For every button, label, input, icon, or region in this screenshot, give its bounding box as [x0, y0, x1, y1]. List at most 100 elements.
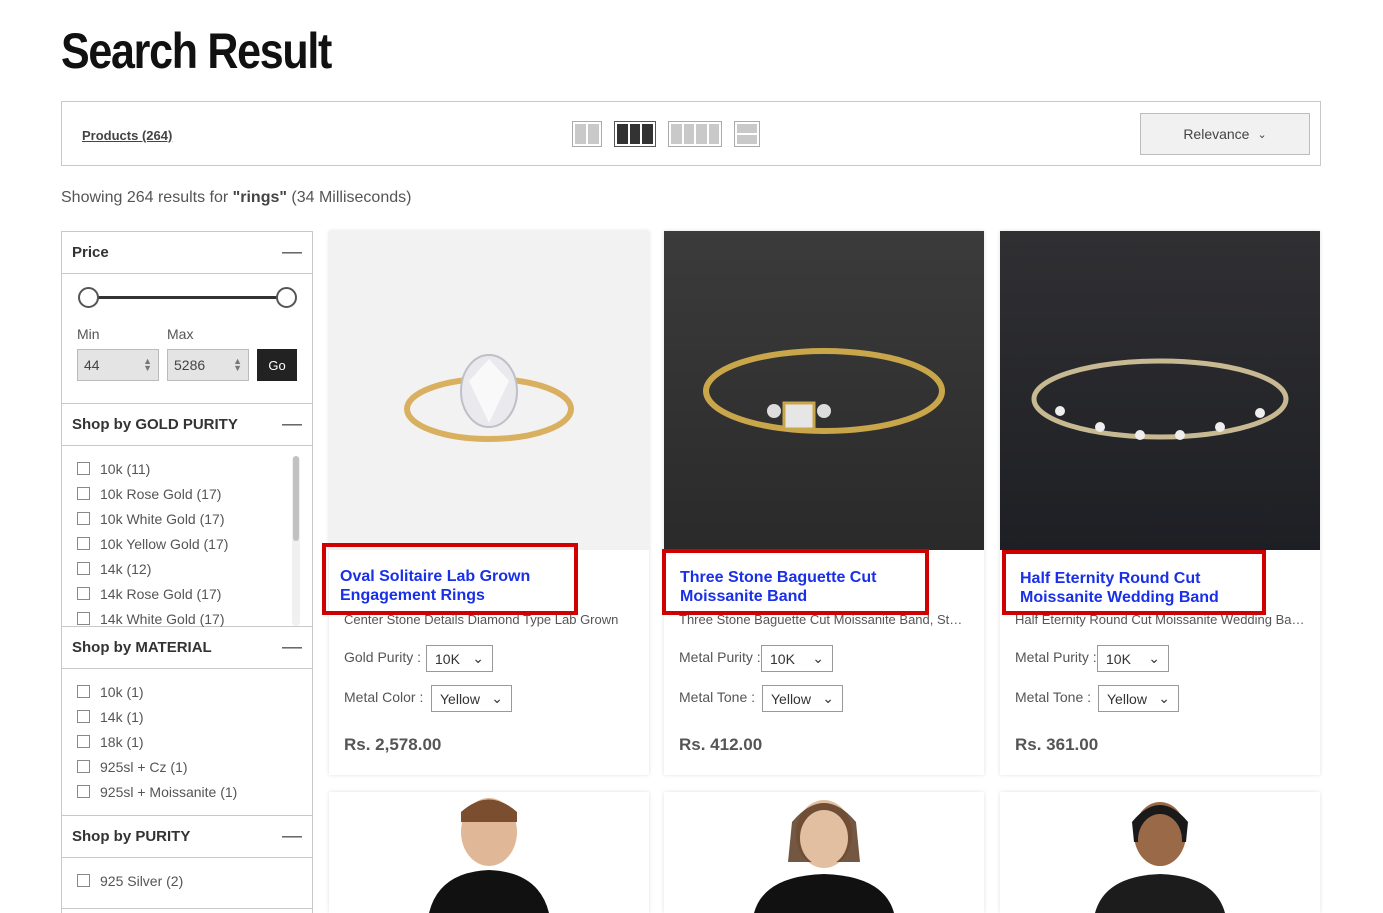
- price-slider-max-handle[interactable]: [276, 287, 297, 308]
- select-value: Yellow: [771, 690, 811, 707]
- minus-icon[interactable]: —: [282, 241, 302, 264]
- filter-option[interactable]: 18k (1): [77, 729, 312, 754]
- gold-purity-select[interactable]: 10K ⌄: [426, 645, 493, 672]
- gold-purity-facet-title: Shop by GOLD PURITY: [72, 416, 238, 433]
- product-card[interactable]: [1000, 792, 1320, 913]
- purity-list: 925 Silver (2): [62, 858, 312, 908]
- checkbox[interactable]: [77, 487, 90, 500]
- grid-3-icon[interactable]: [614, 121, 656, 147]
- filter-option[interactable]: 925 Silver (2): [77, 868, 312, 893]
- select-value: 10K: [770, 650, 795, 667]
- option-label: Metal Purity :: [1015, 649, 1097, 665]
- filter-option[interactable]: 14k Rose Gold (17): [77, 581, 312, 606]
- minus-icon[interactable]: —: [282, 413, 302, 436]
- filter-option-label: 925 Silver (2): [100, 872, 184, 889]
- scrollbar[interactable]: [292, 456, 300, 626]
- checkbox[interactable]: [77, 587, 90, 600]
- product-description: Center Stone Details Diamond Type Lab Gr…: [344, 612, 619, 627]
- stepper-icon[interactable]: ▲ ▼: [143, 357, 152, 373]
- product-card[interactable]: [329, 792, 649, 913]
- product-title-line[interactable]: Engagement Rings: [340, 586, 574, 605]
- filter-option[interactable]: 14k (1): [77, 704, 312, 729]
- min-price-input[interactable]: 44 ▲ ▼: [77, 349, 159, 381]
- price-facet-header[interactable]: Price —: [62, 232, 312, 274]
- filter-option[interactable]: 10k Rose Gold (17): [77, 481, 312, 506]
- filter-option-label: 14k Rose Gold (17): [100, 585, 222, 602]
- product-price: Rs. 412.00: [679, 735, 763, 754]
- metal-tone-select[interactable]: Yellow ⌄: [762, 685, 843, 712]
- results-suffix: (34 Milliseconds): [286, 189, 412, 206]
- price-slider-min-handle[interactable]: [78, 287, 99, 308]
- metal-purity-select[interactable]: 10K ⌄: [1097, 645, 1169, 672]
- list-view-icon[interactable]: [734, 121, 760, 147]
- checkbox[interactable]: [77, 562, 90, 575]
- grid-2-icon[interactable]: [572, 121, 602, 147]
- product-card[interactable]: Oval Solitaire Lab Grown Engagement Ring…: [322, 231, 649, 775]
- product-image[interactable]: [329, 792, 649, 913]
- sort-dropdown[interactable]: Relevance ⌄: [1140, 113, 1310, 155]
- filter-option[interactable]: 925sl + Moissanite (1): [77, 779, 312, 804]
- filter-option[interactable]: 10k White Gold (17): [77, 506, 312, 531]
- minus-icon[interactable]: —: [282, 825, 302, 848]
- scrollbar-thumb[interactable]: [293, 456, 299, 541]
- product-title-box: Oval Solitaire Lab Grown Engagement Ring…: [322, 543, 578, 615]
- metal-tone-select[interactable]: Yellow ⌄: [1098, 685, 1179, 712]
- checkbox[interactable]: [77, 710, 90, 723]
- select-value: Yellow: [440, 690, 480, 707]
- metal-color-select[interactable]: Yellow ⌄: [431, 685, 512, 712]
- purity-facet-header[interactable]: Shop by PURITY —: [62, 816, 312, 858]
- checkbox[interactable]: [77, 512, 90, 525]
- option-label: Gold Purity :: [344, 649, 422, 665]
- purity-facet: Shop by PURITY — 925 Silver (2): [62, 816, 312, 909]
- product-image[interactable]: [329, 231, 649, 550]
- checkbox[interactable]: [77, 760, 90, 773]
- products-count-link[interactable]: Products (264): [82, 128, 172, 143]
- stepper-icon[interactable]: ▲ ▼: [233, 357, 242, 373]
- page-title: Search Result: [61, 23, 332, 79]
- product-title-line[interactable]: Moissanite Band: [680, 587, 925, 606]
- product-description: Three Stone Baguette Cut Moissanite Band…: [679, 612, 969, 627]
- product-title-line[interactable]: Three Stone Baguette Cut: [680, 568, 925, 587]
- price-go-button[interactable]: Go: [257, 349, 297, 381]
- product-price: Rs. 361.00: [1015, 735, 1099, 754]
- minus-icon[interactable]: —: [282, 636, 302, 659]
- product-card[interactable]: Three Stone Baguette Cut Moissanite Band…: [662, 231, 984, 775]
- filter-option[interactable]: 10k (1): [77, 679, 312, 704]
- min-price-value: 44: [84, 357, 100, 373]
- grid-4-icon[interactable]: [668, 121, 722, 147]
- filter-option[interactable]: 10k (11): [77, 456, 312, 481]
- filter-option[interactable]: 10k Yellow Gold (17): [77, 531, 312, 556]
- product-title-line[interactable]: Oval Solitaire Lab Grown: [340, 567, 574, 586]
- filter-option-label: 10k Yellow Gold (17): [100, 535, 229, 552]
- material-facet-header[interactable]: Shop by MATERIAL —: [62, 627, 312, 669]
- gold-purity-facet: Shop by GOLD PURITY — 10k (11) 10k Rose …: [62, 404, 312, 627]
- checkbox[interactable]: [77, 874, 90, 887]
- checkbox[interactable]: [77, 785, 90, 798]
- product-image[interactable]: [664, 792, 984, 913]
- checkbox[interactable]: [77, 612, 90, 625]
- results-summary: Showing 264 results for "rings" (34 Mill…: [61, 189, 411, 207]
- max-price-input[interactable]: 5286 ▲ ▼: [167, 349, 249, 381]
- filter-option[interactable]: 925sl + Cz (1): [77, 754, 312, 779]
- chevron-down-icon: ⌄: [491, 690, 503, 706]
- checkbox[interactable]: [77, 735, 90, 748]
- filter-option-label: 10k Rose Gold (17): [100, 485, 222, 502]
- gold-purity-facet-header[interactable]: Shop by GOLD PURITY —: [62, 404, 312, 446]
- product-image[interactable]: [664, 231, 984, 550]
- chevron-down-icon: ⌄: [472, 650, 484, 666]
- select-value: Yellow: [1107, 690, 1147, 707]
- filter-option[interactable]: 14k (12): [77, 556, 312, 581]
- price-facet-title: Price: [72, 244, 109, 261]
- product-image[interactable]: [1000, 231, 1320, 550]
- product-image[interactable]: [1000, 792, 1320, 913]
- checkbox[interactable]: [77, 462, 90, 475]
- price-range: Min Max 44 ▲ ▼ 5286 ▲ ▼ Go: [62, 274, 312, 403]
- checkbox[interactable]: [77, 685, 90, 698]
- filter-option[interactable]: 14k White Gold (17): [77, 606, 312, 631]
- product-title-line[interactable]: Moissanite Wedding Band: [1020, 588, 1262, 607]
- metal-purity-select[interactable]: 10K ⌄: [761, 645, 833, 672]
- product-card[interactable]: [664, 792, 984, 913]
- checkbox[interactable]: [77, 537, 90, 550]
- product-title-line[interactable]: Half Eternity Round Cut: [1020, 569, 1262, 588]
- product-card[interactable]: Half Eternity Round Cut Moissanite Weddi…: [1000, 231, 1320, 775]
